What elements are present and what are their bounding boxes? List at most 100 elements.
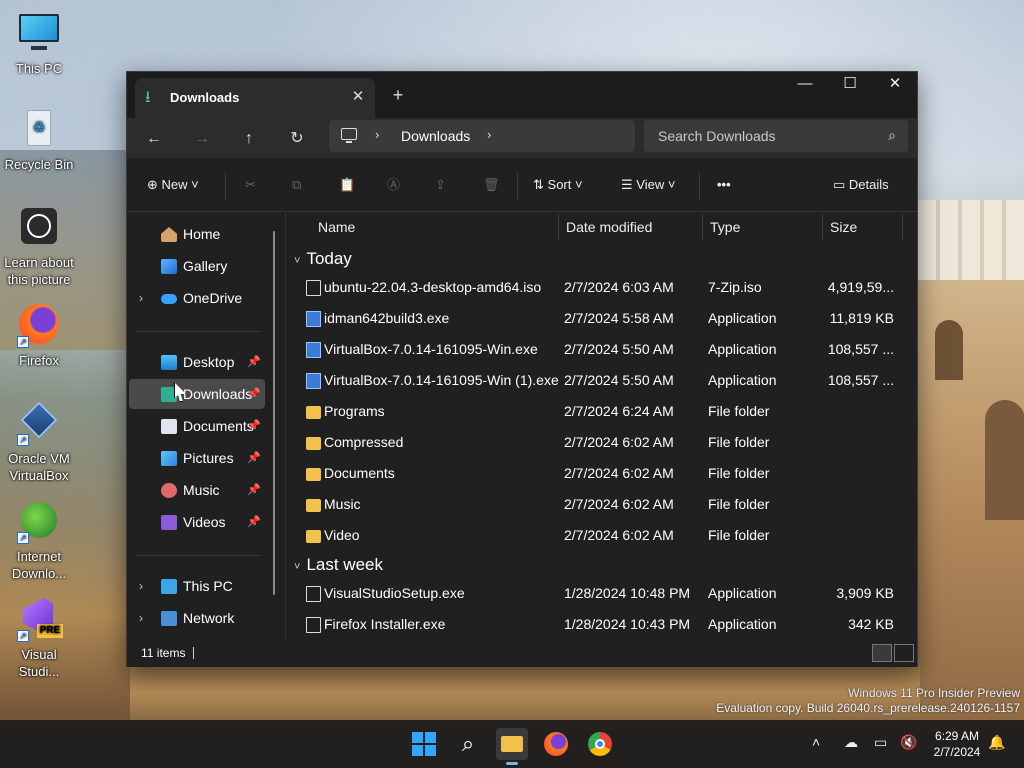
up-button[interactable]: ↑ <box>234 126 264 152</box>
column-divider[interactable] <box>902 213 903 241</box>
desktop-icon-firefox[interactable]: ↗ Firefox <box>0 304 78 369</box>
close-tab-icon[interactable]: ✕ <box>347 86 369 108</box>
rename-icon[interactable]: Ⓐ <box>387 172 400 198</box>
nav-item-this-pc[interactable]: › This PC <box>129 571 265 601</box>
chevron-right-icon[interactable]: › <box>139 603 143 633</box>
notification-bell-icon[interactable]: 🔔 <box>988 734 1005 751</box>
table-row[interactable]: Compressed 2/7/2024 6:02 AM File folder <box>294 428 900 458</box>
column-header-name[interactable]: Name <box>318 213 355 241</box>
nav-item-gallery[interactable]: Gallery <box>129 251 265 281</box>
search-input[interactable]: Search Downloads ⌕ <box>644 120 908 152</box>
desktop-icon-this-pc[interactable]: This PC <box>0 12 78 77</box>
view-button[interactable]: ☰ View ˅ <box>621 172 675 198</box>
new-button[interactable]: ⊕ New ˅ <box>147 172 199 198</box>
network-icon[interactable]: ▭ <box>874 734 887 751</box>
nav-item-documents[interactable]: Documents 📌 <box>129 411 265 441</box>
search-icon[interactable]: ⌕ <box>452 728 484 760</box>
desktop-icon-label: Firefox <box>19 353 59 368</box>
nav-item-downloads[interactable]: Downloads 📌 <box>129 379 265 409</box>
nav-item-onedrive[interactable]: › OneDrive <box>129 283 265 313</box>
column-header-size[interactable]: Size <box>830 213 857 241</box>
copy-icon[interactable]: ⧉ <box>292 172 301 198</box>
address-box[interactable]: › Downloads › <box>329 120 635 152</box>
more-options-button[interactable]: ••• <box>717 172 731 198</box>
column-header-date[interactable]: Date modified <box>566 213 652 241</box>
clock[interactable]: 6:29 AM 2/7/2024 <box>930 728 984 760</box>
nav-item-network[interactable]: › Network <box>129 603 265 633</box>
group-header-last-week[interactable]: ˅ Last week <box>294 555 383 575</box>
file-explorer-taskbar-button[interactable] <box>496 728 528 765</box>
pin-icon[interactable]: 📌 <box>247 443 261 473</box>
shortcut-arrow-icon: ↗ <box>17 630 29 642</box>
chevron-right-icon[interactable]: › <box>375 127 379 142</box>
nav-item-pictures[interactable]: Pictures 📌 <box>129 443 265 473</box>
cloud-offline-icon[interactable]: ☁ <box>844 734 858 751</box>
chevron-right-icon[interactable]: › <box>487 127 491 142</box>
table-row[interactable]: Programs 2/7/2024 6:24 AM File folder <box>294 397 900 427</box>
desktop-icon-visual-studio[interactable]: PRE ↗ Visual Studi... <box>0 598 78 680</box>
refresh-button[interactable]: ↻ <box>282 126 312 152</box>
show-hidden-icons-icon[interactable]: ˄ <box>812 734 820 750</box>
pin-icon[interactable]: 📌 <box>247 379 261 409</box>
table-row[interactable]: VisualStudioSetup.exe 1/28/2024 10:48 PM… <box>294 579 900 609</box>
file-list: Name Date modified Type Size ˅ Today ubun… <box>285 213 917 639</box>
share-icon[interactable]: ⇪ <box>435 172 446 198</box>
sort-icon: ⇅ <box>533 177 544 192</box>
table-row[interactable]: Documents 2/7/2024 6:02 AM File folder <box>294 459 900 489</box>
column-header-type[interactable]: Type <box>710 213 740 241</box>
nav-item-videos[interactable]: Videos 📌 <box>129 507 265 537</box>
column-divider[interactable] <box>558 213 559 241</box>
videos-icon <box>161 515 177 530</box>
details-view-icon[interactable] <box>872 644 892 662</box>
nav-scrollbar[interactable] <box>273 231 275 595</box>
table-row[interactable]: ubuntu-22.04.3-desktop-amd64.iso 2/7/202… <box>294 273 900 303</box>
nav-item-music[interactable]: Music 📌 <box>129 475 265 505</box>
table-row[interactable]: VirtualBox-7.0.14-161095-Win.exe 2/7/202… <box>294 335 900 365</box>
volume-muted-icon[interactable]: 🔇 <box>900 734 917 751</box>
details-button[interactable]: ▭ Details <box>833 172 889 198</box>
delete-icon[interactable]: 🗑 <box>483 172 500 198</box>
file-name: VisualStudioSetup.exe <box>324 585 465 601</box>
shortcut-arrow-icon: ↗ <box>17 434 29 446</box>
breadcrumb-downloads[interactable]: Downloads <box>401 128 470 144</box>
desktop-icon-learn-picture[interactable]: Learn about this picture <box>0 206 78 288</box>
chevron-right-icon[interactable]: › <box>139 571 143 601</box>
nav-item-desktop[interactable]: Desktop 📌 <box>129 347 265 377</box>
table-row[interactable]: VirtualBox-7.0.14-161095-Win (1).exe 2/7… <box>294 366 900 396</box>
column-divider[interactable] <box>822 213 823 241</box>
close-window-button[interactable]: ✕ <box>872 72 918 98</box>
pin-icon[interactable]: 📌 <box>247 507 261 537</box>
desktop-icon-virtualbox[interactable]: ↗ Oracle VM VirtualBox <box>0 401 78 484</box>
chevron-right-icon[interactable]: › <box>139 283 143 313</box>
table-row[interactable]: Video 2/7/2024 6:02 AM File folder <box>294 521 900 551</box>
new-tab-button[interactable]: + <box>387 84 409 106</box>
pin-icon[interactable]: 📌 <box>247 347 261 377</box>
forward-button[interactable]: → <box>187 126 217 152</box>
watermark-line: Windows 11 Pro Insider Preview <box>848 686 1020 700</box>
table-row[interactable]: idman642build3.exe 2/7/2024 5:58 AM Appl… <box>294 304 900 334</box>
desktop-icon-recycle-bin[interactable]: ♻ Recycle Bin <box>0 108 78 173</box>
table-row[interactable]: Firefox Installer.exe 1/28/2024 10:43 PM… <box>294 610 900 640</box>
chrome-taskbar-button[interactable] <box>584 728 616 760</box>
pin-icon[interactable]: 📌 <box>247 475 261 505</box>
back-button[interactable]: ← <box>139 126 169 152</box>
paste-icon[interactable]: 📋 <box>339 172 355 198</box>
file-date: 2/7/2024 5:50 AM <box>564 341 674 357</box>
table-row[interactable]: Music 2/7/2024 6:02 AM File folder <box>294 490 900 520</box>
group-header-today[interactable]: ˅ Today <box>294 249 352 269</box>
start-button[interactable] <box>408 728 440 760</box>
sort-label: Sort <box>547 177 572 192</box>
desktop-icon-internet-download[interactable]: ↗ Internet Downlo... <box>0 500 78 582</box>
maximize-button[interactable]: ☐ <box>827 72 873 98</box>
minimize-button[interactable]: — <box>782 72 828 98</box>
sort-button[interactable]: ⇅ Sort ˅ <box>533 172 583 198</box>
pin-icon[interactable]: 📌 <box>247 411 261 441</box>
tiles-view-icon[interactable] <box>894 644 914 662</box>
nav-item-home[interactable]: Home <box>129 219 265 249</box>
firefox-taskbar-button[interactable] <box>540 728 572 760</box>
cut-icon[interactable]: ✂ <box>245 172 256 198</box>
document-icon <box>306 586 321 602</box>
group-label: Last week <box>306 555 383 574</box>
column-divider[interactable] <box>702 213 703 241</box>
tab-downloads[interactable]: ⭳ Downloads ✕ <box>135 78 375 118</box>
